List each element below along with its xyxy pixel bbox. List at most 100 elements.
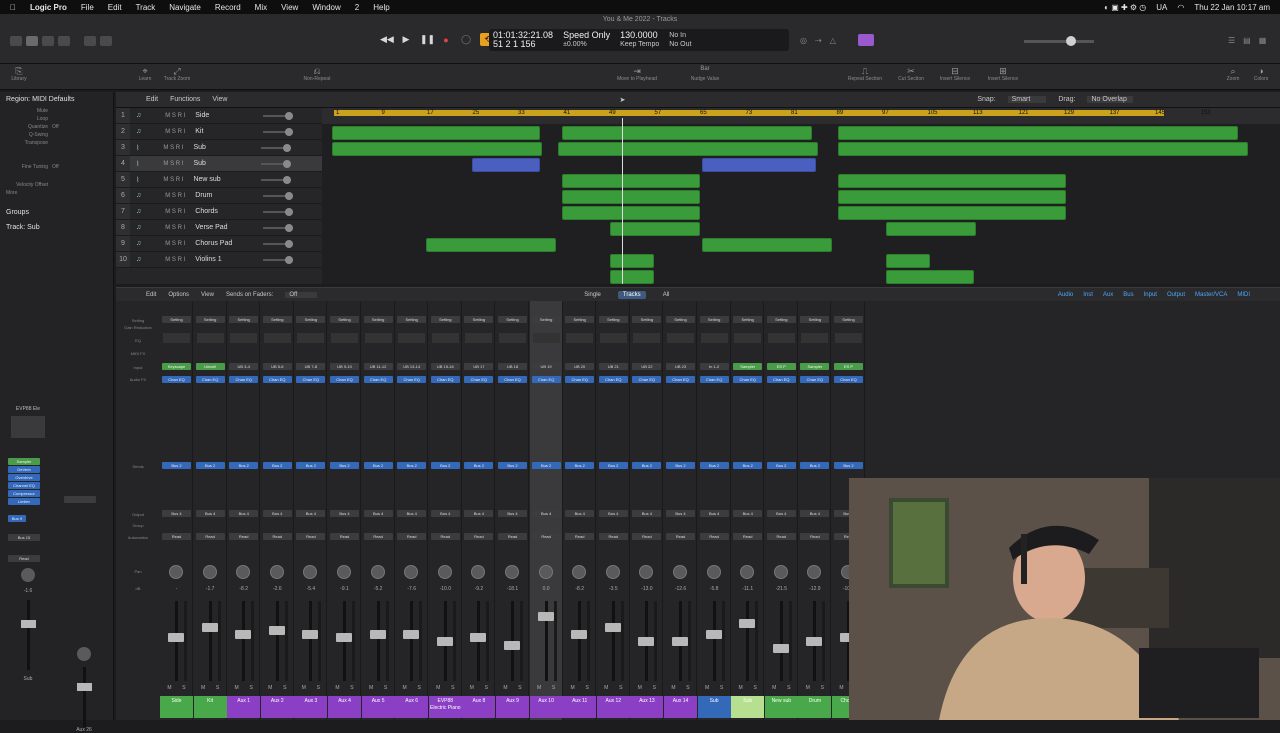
track-name[interactable]: Kit — [195, 128, 255, 135]
inspector-aux-output[interactable] — [64, 496, 96, 503]
fader-cap[interactable] — [604, 622, 621, 632]
fader-cap[interactable] — [571, 629, 588, 639]
track-row[interactable]: 10 ♫ M S R I Violins 1 — [116, 252, 322, 268]
track-row[interactable]: 7 ♫ M S R I Chords — [116, 204, 322, 220]
send-slot[interactable]: Bus 2 — [498, 462, 527, 469]
track-name[interactable]: New sub — [193, 176, 253, 183]
solo-button[interactable]: S — [417, 685, 420, 691]
menu-mix[interactable]: Mix — [255, 3, 267, 12]
mute-button[interactable]: M — [201, 685, 205, 691]
stop-icon[interactable]: ❚❚ — [420, 34, 435, 45]
region[interactable] — [610, 222, 700, 236]
pan-knob[interactable] — [202, 565, 217, 579]
region[interactable] — [838, 190, 1066, 204]
mute-solo[interactable]: MS — [565, 685, 594, 691]
fader-cap[interactable] — [369, 629, 386, 639]
toolbar-insert-silence-2[interactable]: ⊞ Insert Silence — [978, 66, 1028, 82]
fader-cap[interactable] — [336, 633, 352, 643]
channel-strip[interactable]: Setting UB 9-10 Chan EQ Bus 2 Bus 4 Read -9.1 M… — [328, 301, 361, 720]
output-slot[interactable]: Bus 4 — [363, 510, 393, 517]
channel-name[interactable]: Aux 1 — [227, 696, 261, 718]
mute-button[interactable]: M — [403, 685, 407, 691]
tuner-icon[interactable]: ◎ — [800, 36, 807, 45]
channel-strip[interactable]: Setting ES P Chan EQ Bus 2 Bus 4 Read -21.5 M S N… — [764, 301, 798, 720]
mute-solo[interactable]: MS — [397, 685, 426, 691]
solo-button[interactable]: S — [384, 685, 387, 691]
send-slot[interactable]: Bus 2 — [229, 462, 259, 469]
eq-thumbnail[interactable] — [700, 333, 728, 343]
input-slot[interactable]: Keyscape — [162, 363, 191, 370]
mute-solo[interactable]: MS — [498, 685, 527, 691]
mute-solo[interactable]: MS — [464, 685, 493, 691]
automation-mode[interactable]: Read — [464, 533, 494, 540]
solo-button[interactable]: S — [485, 685, 488, 691]
mute-solo[interactable]: MS — [599, 685, 628, 691]
eq-thumbnail[interactable] — [801, 333, 829, 343]
audio-fx-slot[interactable]: Chan EQ — [229, 376, 259, 383]
region[interactable] — [332, 142, 542, 156]
mute-solo[interactable]: MS — [532, 685, 561, 691]
fader-cap[interactable] — [436, 637, 453, 646]
input-slot[interactable]: UB 17 — [464, 363, 494, 370]
track-row[interactable]: 5 ⌇ M S R I New sub — [116, 172, 322, 188]
eq-thumbnail[interactable] — [398, 333, 426, 343]
mute-button[interactable]: M — [671, 685, 675, 691]
track-buttons[interactable]: M S R I — [163, 145, 183, 151]
output-slot[interactable]: Bus 4 — [296, 510, 326, 517]
channel-strip[interactable]: Setting Unicell Chan EQ Bus 2 Bus 4 Read -1.7 M… — [193, 301, 227, 720]
inspector-output[interactable]: Bus 15 — [8, 534, 40, 541]
mute-solo[interactable]: MS — [733, 685, 762, 691]
param-quantize[interactable]: Quantize Off — [0, 123, 113, 131]
filter-aux[interactable]: Aux — [1103, 292, 1113, 298]
pan-knob[interactable] — [337, 565, 351, 579]
pan-knob[interactable] — [303, 565, 318, 579]
track-volume-slider[interactable] — [263, 255, 294, 264]
master-volume-slider[interactable] — [1024, 36, 1094, 46]
track-buttons[interactable]: M S R I — [165, 193, 185, 199]
region[interactable] — [702, 238, 832, 252]
filter-master-vca[interactable]: Master/VCA — [1195, 292, 1227, 298]
track-buttons[interactable]: M S R I — [165, 129, 185, 135]
filter-inst[interactable]: Inst — [1083, 292, 1093, 298]
inspector-fader[interactable] — [20, 600, 36, 670]
audio-fx-slot[interactable]: Chan EQ — [430, 376, 460, 383]
output-slot[interactable]: Bus 4 — [262, 510, 292, 517]
send-slot[interactable]: Bus 2 — [363, 462, 393, 469]
eq-thumbnail[interactable] — [230, 333, 258, 343]
mute-button[interactable]: M — [436, 685, 440, 691]
send-slot[interactable]: Bus 2 — [262, 462, 292, 469]
channel-strip[interactable]: Setting Keyscape Chan EQ Bus 2 Bus 4 Read - M S S… — [160, 301, 193, 720]
region[interactable] — [610, 254, 654, 268]
setting-button[interactable]: Setting — [834, 316, 863, 323]
filter-bus[interactable]: Bus — [1123, 292, 1133, 298]
mute-solo[interactable]: MS — [431, 685, 460, 691]
eq-thumbnail[interactable] — [163, 333, 190, 343]
automation-mode[interactable]: Read — [733, 533, 763, 540]
toolbar-repeat-section[interactable]: ⎍ Repeat Section — [840, 66, 890, 82]
fader-track[interactable] — [712, 601, 716, 681]
mute-solo[interactable]: MS — [632, 685, 661, 691]
track-buttons[interactable]: M S R I — [163, 161, 183, 167]
setting-button[interactable]: Setting — [162, 316, 191, 323]
send-slot[interactable]: Bus 2 — [632, 462, 662, 469]
solo-button[interactable]: S — [653, 685, 656, 691]
channel-strip[interactable]: Setting UB 21 Chan EQ Bus 2 Bus 4 Read -3.5 M S A… — [596, 301, 630, 720]
region[interactable] — [838, 126, 1238, 140]
send-slot[interactable]: Bus 2 — [397, 462, 427, 469]
automation-mode[interactable]: Read — [262, 533, 292, 540]
fader-cap[interactable] — [772, 644, 789, 654]
inspector-aux-fader[interactable] — [76, 667, 92, 727]
apple-icon[interactable]:  — [10, 3, 16, 12]
menu-2[interactable]: 2 — [355, 3, 359, 12]
mute-solo[interactable]: MS — [263, 685, 292, 691]
mixer-icon[interactable] — [100, 36, 112, 46]
audio-fx-slot[interactable]: Chan EQ — [162, 376, 191, 383]
setting-button[interactable]: Setting — [262, 316, 292, 323]
send-slot[interactable]: Bus 2 — [800, 462, 830, 469]
lcd-display[interactable]: 01:01:32:21.08 51 2 1 156 Speed Only ±0.… — [489, 29, 789, 51]
snap-select[interactable]: Smart — [1007, 96, 1047, 103]
solo-button[interactable]: S — [249, 685, 252, 691]
toolbar-colors[interactable]: ◑ Colors — [1236, 66, 1280, 82]
mixer-menu-view[interactable]: View — [201, 292, 214, 298]
eq-thumbnail[interactable] — [431, 333, 459, 343]
